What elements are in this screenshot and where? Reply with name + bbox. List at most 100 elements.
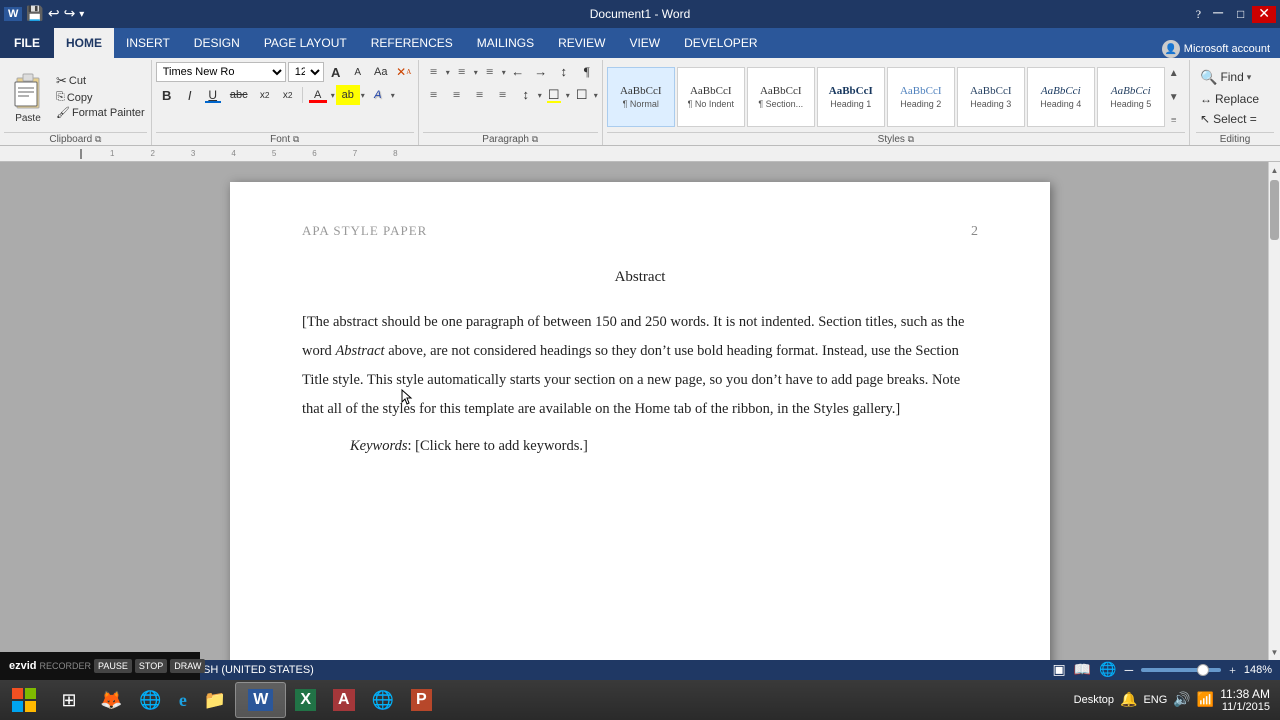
chrome-btn[interactable]: 🌐	[131, 682, 169, 718]
change-case-btn[interactable]: Aa	[370, 62, 392, 82]
dropdown-arrow[interactable]: ▾	[79, 9, 84, 20]
start-button[interactable]	[2, 681, 46, 719]
clear-format-btn[interactable]: ✕A	[394, 62, 414, 82]
zoom-plus-btn[interactable]: +	[1229, 663, 1236, 678]
styles-scroll-down[interactable]: ▼	[1169, 92, 1179, 103]
styles-more[interactable]: ≡	[1169, 115, 1179, 126]
decrease-indent-btn[interactable]: ←	[507, 62, 529, 82]
explorer-btn[interactable]: 📁	[196, 682, 234, 718]
scroll-thumb[interactable]	[1270, 180, 1279, 240]
qs-toolbar[interactable]: 💾 ↩ ↪ ▾	[26, 6, 84, 23]
align-right-btn[interactable]: ≡	[469, 85, 491, 105]
close-btn[interactable]: ✕	[1252, 6, 1276, 23]
web-btn[interactable]: 🌐	[364, 682, 402, 718]
tab-home[interactable]: HOME	[54, 28, 114, 58]
select-button[interactable]: ↖ Select =	[1196, 110, 1274, 128]
file-tab[interactable]: FILE	[0, 28, 54, 58]
grow-font-btn[interactable]: A	[326, 62, 346, 82]
tab-view[interactable]: VIEW	[617, 28, 672, 58]
stop-btn[interactable]: STOP	[135, 659, 167, 673]
center-btn[interactable]: ≡	[446, 85, 468, 105]
word-btn[interactable]: W	[235, 682, 286, 718]
view-web-btn[interactable]: 🌐	[1099, 662, 1116, 679]
multilevel-btn[interactable]: ≡	[479, 62, 501, 82]
font-name-select[interactable]: Times New Ro	[156, 62, 286, 82]
window-controls[interactable]: ? ─ □ ✕	[1192, 6, 1276, 23]
redo-btn[interactable]: ↪	[64, 6, 76, 23]
paste-button[interactable]: Paste	[4, 62, 52, 130]
scroll-up-btn[interactable]: ▲	[1269, 162, 1280, 178]
bullets-dropdown[interactable]: ▾	[446, 68, 450, 77]
zoom-minus-btn[interactable]: ─	[1125, 663, 1134, 678]
increase-indent-btn[interactable]: →	[530, 62, 552, 82]
tab-review[interactable]: REVIEW	[546, 28, 617, 58]
task-view-btn[interactable]: ⊞	[47, 681, 91, 719]
excel-btn[interactable]: X	[287, 682, 324, 718]
underline-btn[interactable]: U	[202, 85, 224, 105]
font-size-select[interactable]: 12	[288, 62, 324, 82]
highlight-color-btn[interactable]: ab	[336, 85, 360, 105]
cut-button[interactable]: ✂ Cut	[54, 72, 147, 90]
style-no-indent[interactable]: AaBbCcI ¶ No Indent	[677, 67, 745, 127]
volume-icon[interactable]: 🔊	[1173, 692, 1190, 709]
view-reading-btn[interactable]: 📖	[1074, 662, 1091, 679]
highlight-dropdown[interactable]: ▾	[361, 91, 365, 100]
styles-scroll-buttons[interactable]: ▲ ▼ ≡	[1167, 67, 1181, 127]
show-hide-btn[interactable]: ¶	[576, 62, 598, 82]
show-desktop-btn[interactable]: Desktop	[1074, 694, 1114, 706]
account-area[interactable]: 👤 Microsoft account	[1152, 40, 1280, 58]
ribbon-tabs[interactable]: FILE HOME INSERT DESIGN PAGE LAYOUT REFE…	[0, 28, 1280, 58]
abstract-body[interactable]: [The abstract should be one paragraph of…	[302, 308, 978, 424]
tab-developer[interactable]: DEVELOPER	[672, 28, 769, 58]
style-section[interactable]: AaBbCcI ¶ Section...	[747, 67, 815, 127]
keywords-text[interactable]: : [Click here to add keywords.]	[407, 438, 587, 454]
clock[interactable]: 11:38 AM 11/1/2015	[1220, 687, 1270, 713]
numbering-btn[interactable]: ≡	[451, 62, 473, 82]
ppt-btn[interactable]: P	[403, 682, 440, 718]
keywords-line[interactable]: Keywords: [Click here to add keywords.]	[302, 432, 978, 461]
find-button[interactable]: 🔍 Find ▾	[1196, 67, 1274, 88]
align-left-btn[interactable]: ≡	[423, 85, 445, 105]
access-btn[interactable]: A	[325, 682, 363, 718]
font-color-dropdown[interactable]: ▾	[331, 91, 335, 100]
copy-button[interactable]: ⎘ Copy	[54, 90, 147, 105]
text-effect-btn[interactable]: A	[366, 85, 390, 105]
find-dropdown[interactable]: ▾	[1247, 72, 1252, 83]
shading-btn[interactable]: ☐	[543, 85, 565, 105]
pause-btn[interactable]: PAUSE	[94, 659, 132, 673]
view-normal-btn[interactable]: ▣	[1052, 662, 1065, 679]
italic-btn[interactable]: I	[179, 85, 201, 105]
doc-scroll-area[interactable]: APA STYLE PAPER 2 Abstract [The abstract…	[0, 162, 1280, 660]
zoom-slider[interactable]	[1141, 668, 1221, 672]
restore-btn[interactable]: □	[1231, 7, 1250, 22]
minimize-btn[interactable]: ─	[1207, 6, 1229, 22]
font-color-btn[interactable]: A	[306, 85, 330, 105]
style-heading1[interactable]: AaBbCcI Heading 1	[817, 67, 885, 127]
styles-scroll-up[interactable]: ▲	[1169, 68, 1179, 79]
numbering-dropdown[interactable]: ▾	[474, 68, 478, 77]
style-heading2[interactable]: AaBbCcI Heading 2	[887, 67, 955, 127]
tab-mailings[interactable]: MAILINGS	[465, 28, 546, 58]
justify-btn[interactable]: ≡	[492, 85, 514, 105]
format-painter-button[interactable]: 🖌 Format Painter	[54, 105, 147, 120]
shrink-font-btn[interactable]: A	[348, 62, 368, 82]
borders-dropdown[interactable]: ▾	[594, 91, 598, 100]
right-scrollbar[interactable]: ▲ ▼	[1268, 162, 1280, 660]
tab-insert[interactable]: INSERT	[114, 28, 182, 58]
line-spacing-btn[interactable]: ↕	[515, 85, 537, 105]
sort-btn[interactable]: ↕	[553, 62, 575, 82]
help-btn[interactable]: ?	[1192, 7, 1205, 22]
tab-references[interactable]: REFERENCES	[359, 28, 465, 58]
strikethrough-btn[interactable]: abc	[225, 85, 253, 105]
tab-page-layout[interactable]: PAGE LAYOUT	[252, 28, 359, 58]
line-spacing-dropdown[interactable]: ▾	[538, 91, 542, 100]
notifications-btn[interactable]: 🔔	[1120, 692, 1137, 709]
shading-dropdown[interactable]: ▾	[566, 91, 570, 100]
style-heading5[interactable]: AaBbCci Heading 5	[1097, 67, 1165, 127]
multilevel-dropdown[interactable]: ▾	[502, 68, 506, 77]
bullets-btn[interactable]: ≡	[423, 62, 445, 82]
network-icon[interactable]: 📶	[1197, 692, 1214, 709]
style-heading3[interactable]: AaBbCcI Heading 3	[957, 67, 1025, 127]
style-normal[interactable]: AaBbCcI ¶ Normal	[607, 67, 675, 127]
subscript-btn[interactable]: x2	[254, 85, 276, 105]
